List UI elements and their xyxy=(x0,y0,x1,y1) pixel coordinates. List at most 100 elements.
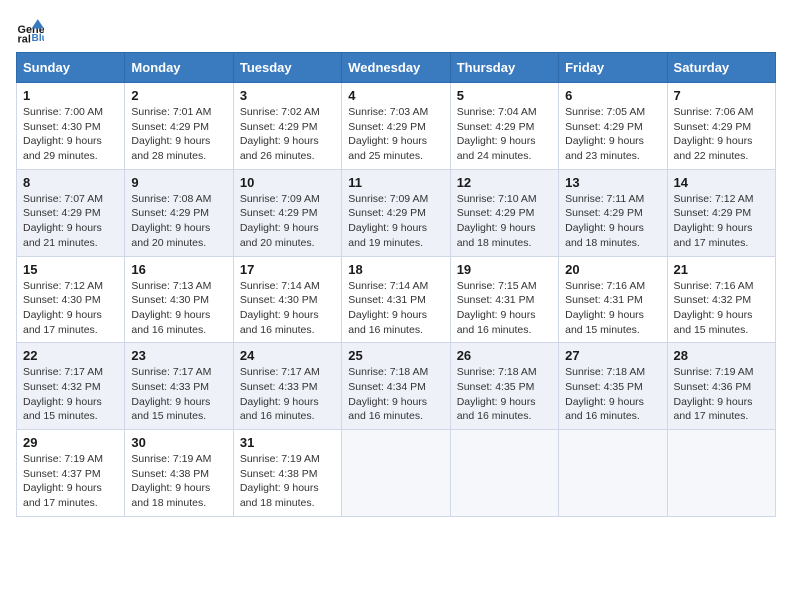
weekday-header-saturday: Saturday xyxy=(667,53,775,83)
calendar-cell xyxy=(667,430,775,517)
calendar-cell: 30 Sunrise: 7:19 AMSunset: 4:38 PMDaylig… xyxy=(125,430,233,517)
day-info: Sunrise: 7:06 AMSunset: 4:29 PMDaylight:… xyxy=(674,106,754,162)
day-number: 7 xyxy=(674,88,769,103)
calendar-cell xyxy=(450,430,558,517)
calendar-cell: 1 Sunrise: 7:00 AMSunset: 4:30 PMDayligh… xyxy=(17,83,125,170)
calendar-cell xyxy=(342,430,450,517)
day-number: 1 xyxy=(23,88,118,103)
page-header: Gene ral Blue xyxy=(16,16,776,44)
calendar-week-2: 8 Sunrise: 7:07 AMSunset: 4:29 PMDayligh… xyxy=(17,169,776,256)
day-info: Sunrise: 7:18 AMSunset: 4:35 PMDaylight:… xyxy=(565,366,645,422)
day-number: 8 xyxy=(23,175,118,190)
weekday-header-sunday: Sunday xyxy=(17,53,125,83)
calendar-cell: 7 Sunrise: 7:06 AMSunset: 4:29 PMDayligh… xyxy=(667,83,775,170)
day-info: Sunrise: 7:03 AMSunset: 4:29 PMDaylight:… xyxy=(348,106,428,162)
day-info: Sunrise: 7:01 AMSunset: 4:29 PMDaylight:… xyxy=(131,106,211,162)
day-number: 30 xyxy=(131,435,226,450)
calendar-cell: 20 Sunrise: 7:16 AMSunset: 4:31 PMDaylig… xyxy=(559,256,667,343)
calendar-cell: 23 Sunrise: 7:17 AMSunset: 4:33 PMDaylig… xyxy=(125,343,233,430)
svg-text:ral: ral xyxy=(18,33,31,44)
day-info: Sunrise: 7:19 AMSunset: 4:36 PMDaylight:… xyxy=(674,366,754,422)
calendar-cell: 13 Sunrise: 7:11 AMSunset: 4:29 PMDaylig… xyxy=(559,169,667,256)
calendar-cell: 15 Sunrise: 7:12 AMSunset: 4:30 PMDaylig… xyxy=(17,256,125,343)
calendar-cell: 6 Sunrise: 7:05 AMSunset: 4:29 PMDayligh… xyxy=(559,83,667,170)
calendar-week-1: 1 Sunrise: 7:00 AMSunset: 4:30 PMDayligh… xyxy=(17,83,776,170)
day-info: Sunrise: 7:09 AMSunset: 4:29 PMDaylight:… xyxy=(240,193,320,249)
day-info: Sunrise: 7:14 AMSunset: 4:31 PMDaylight:… xyxy=(348,280,428,336)
day-number: 27 xyxy=(565,348,660,363)
day-info: Sunrise: 7:14 AMSunset: 4:30 PMDaylight:… xyxy=(240,280,320,336)
day-number: 11 xyxy=(348,175,443,190)
calendar-cell xyxy=(559,430,667,517)
day-info: Sunrise: 7:02 AMSunset: 4:29 PMDaylight:… xyxy=(240,106,320,162)
day-info: Sunrise: 7:19 AMSunset: 4:38 PMDaylight:… xyxy=(131,453,211,509)
day-number: 23 xyxy=(131,348,226,363)
calendar-cell: 17 Sunrise: 7:14 AMSunset: 4:30 PMDaylig… xyxy=(233,256,341,343)
day-number: 2 xyxy=(131,88,226,103)
day-info: Sunrise: 7:09 AMSunset: 4:29 PMDaylight:… xyxy=(348,193,428,249)
calendar-cell: 28 Sunrise: 7:19 AMSunset: 4:36 PMDaylig… xyxy=(667,343,775,430)
calendar-cell: 16 Sunrise: 7:13 AMSunset: 4:30 PMDaylig… xyxy=(125,256,233,343)
logo-icon: Gene ral Blue xyxy=(16,16,44,44)
day-info: Sunrise: 7:15 AMSunset: 4:31 PMDaylight:… xyxy=(457,280,537,336)
day-number: 26 xyxy=(457,348,552,363)
calendar-cell: 8 Sunrise: 7:07 AMSunset: 4:29 PMDayligh… xyxy=(17,169,125,256)
weekday-header-monday: Monday xyxy=(125,53,233,83)
day-number: 3 xyxy=(240,88,335,103)
day-info: Sunrise: 7:16 AMSunset: 4:31 PMDaylight:… xyxy=(565,280,645,336)
day-number: 20 xyxy=(565,262,660,277)
day-info: Sunrise: 7:16 AMSunset: 4:32 PMDaylight:… xyxy=(674,280,754,336)
day-info: Sunrise: 7:00 AMSunset: 4:30 PMDaylight:… xyxy=(23,106,103,162)
calendar-cell: 5 Sunrise: 7:04 AMSunset: 4:29 PMDayligh… xyxy=(450,83,558,170)
day-number: 4 xyxy=(348,88,443,103)
day-info: Sunrise: 7:19 AMSunset: 4:37 PMDaylight:… xyxy=(23,453,103,509)
calendar-cell: 10 Sunrise: 7:09 AMSunset: 4:29 PMDaylig… xyxy=(233,169,341,256)
day-number: 24 xyxy=(240,348,335,363)
day-info: Sunrise: 7:11 AMSunset: 4:29 PMDaylight:… xyxy=(565,193,644,249)
calendar-table: SundayMondayTuesdayWednesdayThursdayFrid… xyxy=(16,52,776,517)
calendar-cell: 26 Sunrise: 7:18 AMSunset: 4:35 PMDaylig… xyxy=(450,343,558,430)
day-info: Sunrise: 7:04 AMSunset: 4:29 PMDaylight:… xyxy=(457,106,537,162)
day-info: Sunrise: 7:17 AMSunset: 4:32 PMDaylight:… xyxy=(23,366,103,422)
day-number: 5 xyxy=(457,88,552,103)
weekday-header-thursday: Thursday xyxy=(450,53,558,83)
day-number: 16 xyxy=(131,262,226,277)
day-number: 15 xyxy=(23,262,118,277)
day-info: Sunrise: 7:05 AMSunset: 4:29 PMDaylight:… xyxy=(565,106,645,162)
calendar-cell: 19 Sunrise: 7:15 AMSunset: 4:31 PMDaylig… xyxy=(450,256,558,343)
weekday-header-wednesday: Wednesday xyxy=(342,53,450,83)
calendar-cell: 29 Sunrise: 7:19 AMSunset: 4:37 PMDaylig… xyxy=(17,430,125,517)
day-info: Sunrise: 7:12 AMSunset: 4:29 PMDaylight:… xyxy=(674,193,754,249)
calendar-cell: 3 Sunrise: 7:02 AMSunset: 4:29 PMDayligh… xyxy=(233,83,341,170)
calendar-cell: 27 Sunrise: 7:18 AMSunset: 4:35 PMDaylig… xyxy=(559,343,667,430)
calendar-cell: 14 Sunrise: 7:12 AMSunset: 4:29 PMDaylig… xyxy=(667,169,775,256)
logo: Gene ral Blue xyxy=(16,16,48,44)
day-info: Sunrise: 7:12 AMSunset: 4:30 PMDaylight:… xyxy=(23,280,103,336)
day-info: Sunrise: 7:07 AMSunset: 4:29 PMDaylight:… xyxy=(23,193,103,249)
day-number: 10 xyxy=(240,175,335,190)
day-number: 13 xyxy=(565,175,660,190)
calendar-cell: 12 Sunrise: 7:10 AMSunset: 4:29 PMDaylig… xyxy=(450,169,558,256)
calendar-header-row: SundayMondayTuesdayWednesdayThursdayFrid… xyxy=(17,53,776,83)
day-info: Sunrise: 7:17 AMSunset: 4:33 PMDaylight:… xyxy=(131,366,211,422)
day-info: Sunrise: 7:19 AMSunset: 4:38 PMDaylight:… xyxy=(240,453,320,509)
day-info: Sunrise: 7:18 AMSunset: 4:34 PMDaylight:… xyxy=(348,366,428,422)
day-number: 25 xyxy=(348,348,443,363)
day-info: Sunrise: 7:17 AMSunset: 4:33 PMDaylight:… xyxy=(240,366,320,422)
calendar-cell: 18 Sunrise: 7:14 AMSunset: 4:31 PMDaylig… xyxy=(342,256,450,343)
day-number: 17 xyxy=(240,262,335,277)
calendar-cell: 31 Sunrise: 7:19 AMSunset: 4:38 PMDaylig… xyxy=(233,430,341,517)
calendar-cell: 21 Sunrise: 7:16 AMSunset: 4:32 PMDaylig… xyxy=(667,256,775,343)
calendar-cell: 22 Sunrise: 7:17 AMSunset: 4:32 PMDaylig… xyxy=(17,343,125,430)
svg-text:Blue: Blue xyxy=(32,33,44,44)
day-number: 19 xyxy=(457,262,552,277)
day-info: Sunrise: 7:10 AMSunset: 4:29 PMDaylight:… xyxy=(457,193,537,249)
day-info: Sunrise: 7:08 AMSunset: 4:29 PMDaylight:… xyxy=(131,193,211,249)
calendar-cell: 25 Sunrise: 7:18 AMSunset: 4:34 PMDaylig… xyxy=(342,343,450,430)
day-number: 28 xyxy=(674,348,769,363)
day-number: 29 xyxy=(23,435,118,450)
calendar-cell: 9 Sunrise: 7:08 AMSunset: 4:29 PMDayligh… xyxy=(125,169,233,256)
day-number: 22 xyxy=(23,348,118,363)
day-number: 14 xyxy=(674,175,769,190)
day-info: Sunrise: 7:18 AMSunset: 4:35 PMDaylight:… xyxy=(457,366,537,422)
